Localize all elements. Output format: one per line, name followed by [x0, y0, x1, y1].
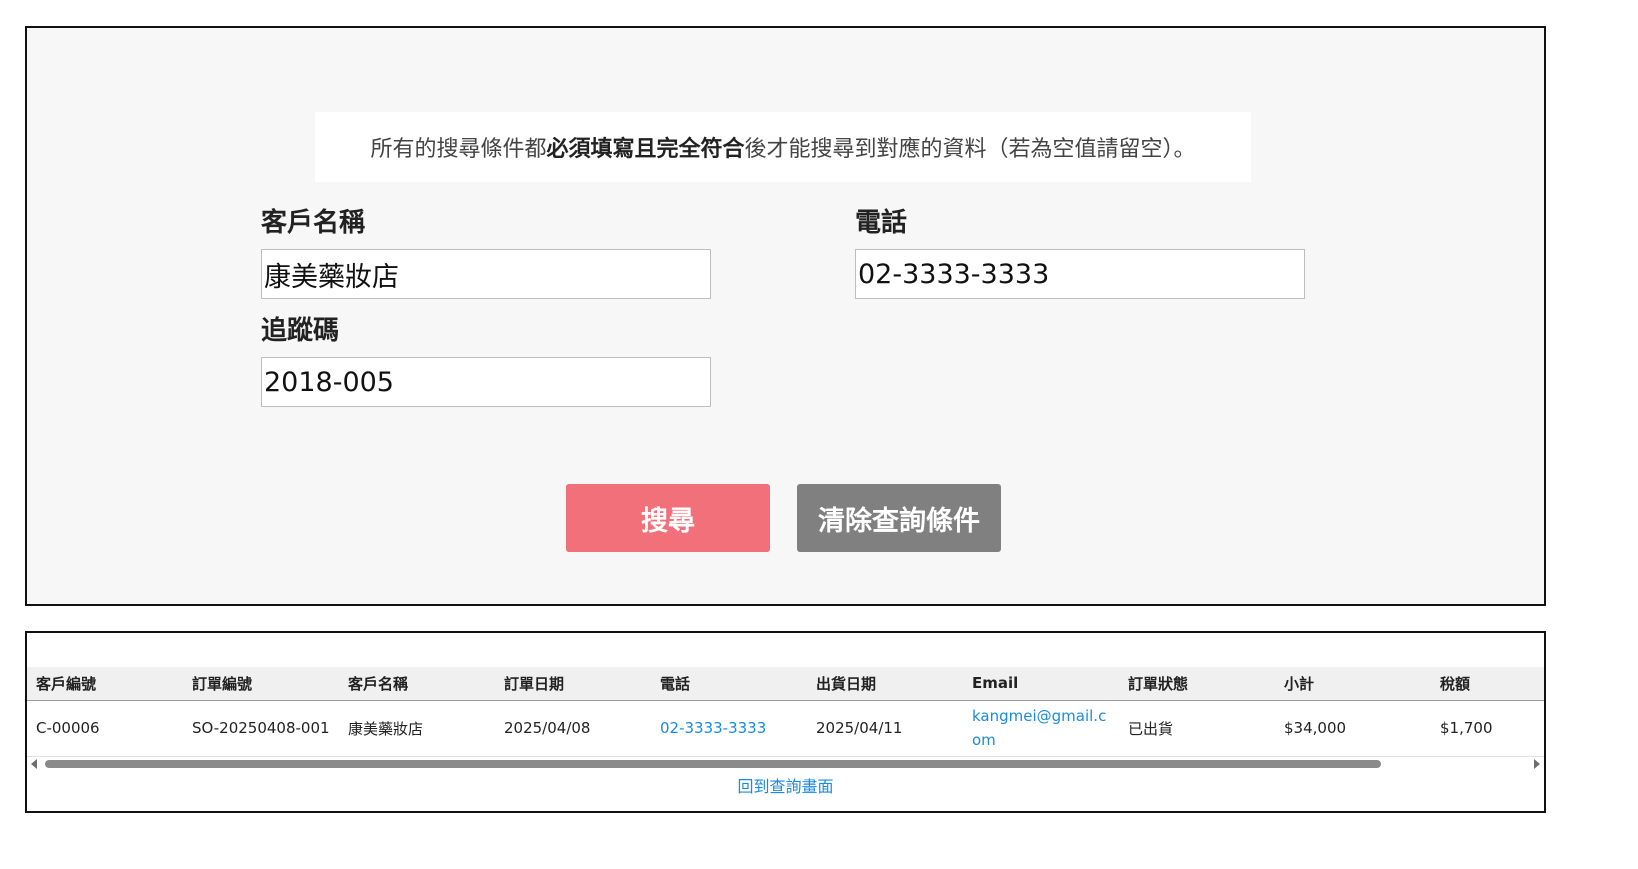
cell-order-status: 已出貨 [1128, 719, 1174, 738]
column-header-customer-name: 客戶名稱 [348, 674, 409, 693]
phone-label: 電話 [855, 208, 908, 238]
cell-ship-date: 2025/04/11 [816, 719, 903, 737]
search-notice: 所有的搜尋條件都 必須填寫且完全符合 後才能搜尋到對應的資料（若為空值請留空）。 [315, 112, 1251, 182]
cell-order-date: 2025/04/08 [504, 719, 591, 737]
cell-subtotal: $34,000 [1284, 719, 1347, 737]
customer-name-label: 客戶名稱 [261, 208, 366, 238]
column-header-customer-id: 客戶編號 [36, 674, 97, 693]
scroll-right-arrow-icon[interactable] [1534, 759, 1540, 769]
clear-conditions-button[interactable]: 清除查詢條件 [797, 484, 1001, 552]
results-table: 客戶編號 訂單編號 客戶名稱 訂單日期 電話 出貨日期 Email 訂單狀態 小… [27, 667, 1544, 757]
notice-bold: 必須填寫且完全符合 [546, 137, 745, 162]
notice-prefix: 所有的搜尋條件都 [370, 137, 547, 162]
results-table-container: 客戶編號 訂單編號 客戶名稱 訂單日期 電話 出貨日期 Email 訂單狀態 小… [27, 667, 1544, 757]
cell-customer-id: C-00006 [36, 719, 100, 737]
search-button[interactable]: 搜尋 [566, 484, 770, 552]
cell-tax: $1,700 [1440, 719, 1493, 737]
cell-order-id: SO-20250408-001 [192, 719, 330, 737]
column-header-email: Email [972, 674, 1019, 693]
column-header-subtotal: 小計 [1284, 674, 1315, 693]
tracking-code-input[interactable] [261, 357, 711, 407]
scroll-left-arrow-icon[interactable] [31, 759, 37, 769]
back-to-search-link[interactable]: 回到查詢畫面 [27, 773, 1544, 797]
customer-name-input[interactable] [261, 249, 711, 299]
column-header-order-date: 訂單日期 [504, 674, 565, 693]
cell-customer-name: 康美藥妝店 [348, 719, 424, 738]
table-header-row: 客戶編號 訂單編號 客戶名稱 訂單日期 電話 出貨日期 Email 訂單狀態 小… [27, 667, 1544, 700]
column-header-order-id: 訂單編號 [192, 674, 253, 693]
notice-suffix: 後才能搜尋到對應的資料（若為空值請留空）。 [744, 137, 1196, 162]
table-row: C-00006 SO-20250408-001 康美藥妝店 2025/04/08… [27, 700, 1544, 756]
results-panel: 客戶編號 訂單編號 客戶名稱 訂單日期 電話 出貨日期 Email 訂單狀態 小… [25, 631, 1546, 813]
tracking-code-label: 追蹤碼 [261, 316, 340, 346]
search-panel: 所有的搜尋條件都 必須填寫且完全符合 後才能搜尋到對應的資料（若為空值請留空）。 客… [25, 26, 1546, 606]
column-header-ship-date: 出貨日期 [816, 674, 877, 693]
phone-input[interactable] [855, 249, 1305, 299]
column-header-tax: 稅額 [1440, 674, 1471, 693]
cell-phone-link[interactable]: 02-3333-3333 [651, 700, 807, 756]
scrollbar-thumb[interactable] [45, 760, 1381, 768]
cell-email-link[interactable]: kangmei@gmail.com [963, 700, 1119, 756]
horizontal-scrollbar[interactable] [27, 757, 1544, 771]
column-header-order-status: 訂單狀態 [1128, 674, 1189, 693]
column-header-phone: 電話 [660, 674, 691, 693]
